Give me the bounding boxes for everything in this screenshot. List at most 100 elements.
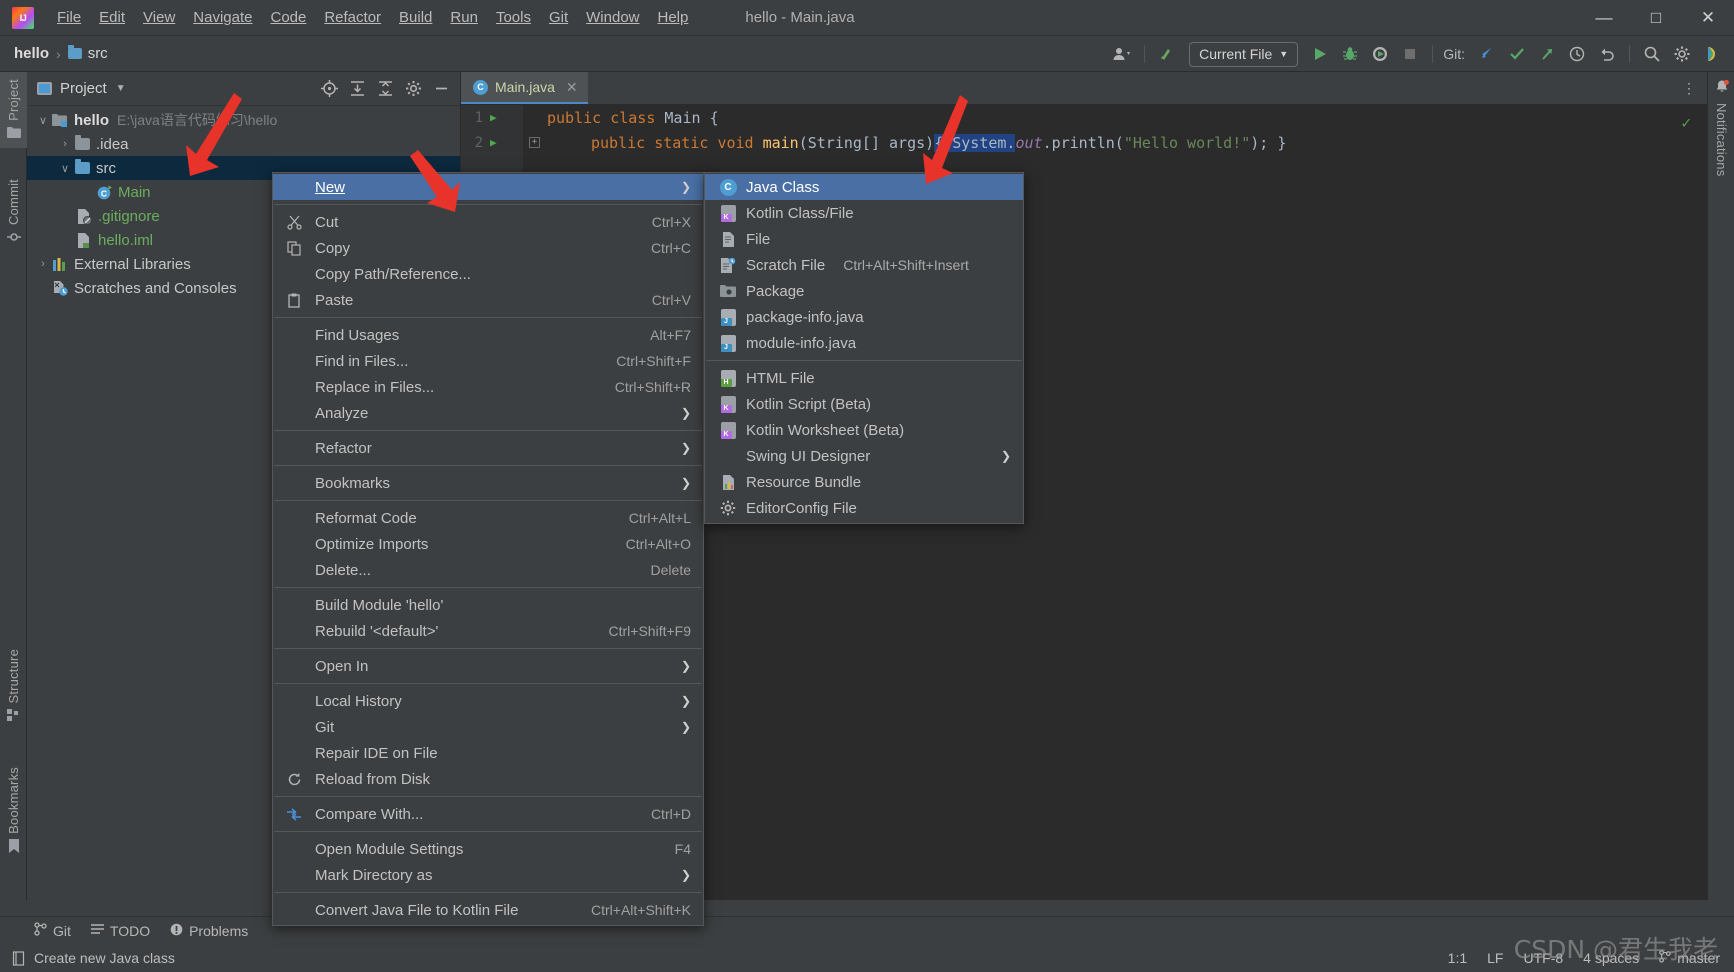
caret-position[interactable]: 1:1 [1448,950,1467,966]
run-gutter-icon[interactable]: ▶ [490,136,497,149]
submenu-item-package[interactable]: Package [705,278,1023,304]
menu-item-copy-path[interactable]: Copy Path/Reference... [273,261,703,287]
sidebar-item-bookmarks[interactable]: Bookmarks [0,760,27,863]
twisty-icon[interactable]: › [57,138,73,150]
menu-item-repair-ide[interactable]: Repair IDE on File [273,740,703,766]
sidebar-item-structure[interactable]: Structure [0,642,27,731]
submenu-item-kotlin-class-file[interactable]: Kotlin Class/File [705,200,1023,226]
menu-item-open-in[interactable]: Open In ❯ [273,653,703,679]
menu-code[interactable]: Code [261,6,315,29]
tree-node-idea[interactable]: › .idea [27,132,460,156]
tree-node-hello[interactable]: ∨ hello E:\java语言代码练习\hello [27,108,460,132]
menu-tools[interactable]: Tools [487,6,540,29]
submenu-item-kotlin-script[interactable]: Kotlin Script (Beta) [705,391,1023,417]
run-configuration-selector[interactable]: Current File ▼ [1189,41,1299,67]
sidebar-item-commit[interactable]: Commit [0,172,27,254]
run-gutter-icon[interactable]: ▶ [490,111,497,124]
twisty-icon[interactable]: › [35,258,51,270]
update-project-icon[interactable] [1153,41,1181,67]
menu-item-find-usages[interactable]: Find Usages Alt+F7 [273,322,703,348]
expand-all-icon[interactable] [344,77,370,101]
menu-item-build-module[interactable]: Build Module 'hello' [273,592,703,618]
minimize-button[interactable]: — [1578,0,1630,36]
search-everywhere-icon[interactable] [1638,41,1666,67]
settings-gear-icon[interactable] [1668,41,1696,67]
submenu-item-editorconfig-file[interactable]: EditorConfig File [705,495,1023,521]
git-commit-icon[interactable] [1503,41,1531,67]
submenu-item-java-class[interactable]: C Java Class [705,174,1023,200]
sidebar-item-project[interactable]: Project [0,72,27,148]
submenu-item-resource-bundle[interactable]: Resource Bundle [705,469,1023,495]
menu-item-optimize-imports[interactable]: Optimize Imports Ctrl+Alt+O [273,531,703,557]
menu-item-delete[interactable]: Delete... Delete [273,557,703,583]
git-branch-widget[interactable]: master [1659,950,1720,966]
menu-item-replace-in-files[interactable]: Replace in Files... Ctrl+Shift+R [273,374,703,400]
menu-build[interactable]: Build [390,6,441,29]
menu-item-analyze[interactable]: Analyze ❯ [273,400,703,426]
menu-item-local-history[interactable]: Local History ❯ [273,688,703,714]
menu-refactor[interactable]: Refactor [315,6,390,29]
submenu-item-kotlin-worksheet[interactable]: Kotlin Worksheet (Beta) [705,417,1023,443]
submenu-item-html-file[interactable]: HTML File [705,365,1023,391]
submenu-item-module-info[interactable]: module-info.java [705,330,1023,356]
menu-item-reload-from-disk[interactable]: Reload from Disk [273,766,703,792]
indent-setting[interactable]: 4 spaces [1583,950,1639,966]
git-update-icon[interactable] [1473,41,1501,67]
menu-item-open-module-settings[interactable]: Open Module Settings F4 [273,836,703,862]
menu-file[interactable]: File [48,6,90,29]
run-with-coverage-button[interactable] [1366,41,1394,67]
hide-panel-icon[interactable] [428,77,454,101]
twisty-icon[interactable]: ∨ [57,162,73,175]
close-button[interactable]: ✕ [1682,0,1734,36]
inspection-ok-icon[interactable]: ✓ [1681,113,1691,132]
submenu-item-swing-ui-designer[interactable]: Swing UI Designer ❯ [705,443,1023,469]
submenu-item-scratch-file[interactable]: Scratch File Ctrl+Alt+Shift+Insert [705,252,1023,278]
breadcrumb-folder[interactable]: src [88,45,108,62]
menu-item-copy[interactable]: Copy Ctrl+C [273,235,703,261]
git-rollback-icon[interactable] [1593,41,1621,67]
bottom-item-git[interactable]: Git [34,922,71,939]
stop-button[interactable] [1396,41,1424,67]
submenu-item-package-info[interactable]: package-info.java [705,304,1023,330]
menu-item-mark-directory-as[interactable]: Mark Directory as ❯ [273,862,703,888]
menu-item-paste[interactable]: Paste Ctrl+V [273,287,703,313]
git-push-icon[interactable] [1533,41,1561,67]
ide-assistant-icon[interactable] [1698,41,1726,67]
menu-window[interactable]: Window [577,6,648,29]
submenu-item-file[interactable]: File [705,226,1023,252]
menu-git[interactable]: Git [540,6,577,29]
chevron-down-icon[interactable]: ▼ [116,83,126,94]
twisty-icon[interactable]: ∨ [35,114,51,127]
menu-item-cut[interactable]: Cut Ctrl+X [273,209,703,235]
menu-item-refactor[interactable]: Refactor ❯ [273,435,703,461]
breadcrumb-project[interactable]: hello [14,45,49,62]
menu-item-git[interactable]: Git ❯ [273,714,703,740]
close-icon[interactable]: ✕ [566,79,578,96]
maximize-button[interactable]: □ [1630,0,1682,36]
menu-run[interactable]: Run [441,6,487,29]
file-encoding[interactable]: UTF-8 [1523,950,1563,966]
menu-item-rebuild[interactable]: Rebuild '<default>' Ctrl+Shift+F9 [273,618,703,644]
menu-item-new[interactable]: New ❯ [273,174,703,200]
code-fold-icon[interactable]: + [529,137,540,148]
tab-main-java[interactable]: C Main.java ✕ [461,72,588,104]
run-button[interactable] [1306,41,1334,67]
menu-navigate[interactable]: Navigate [184,6,261,29]
sidebar-item-notifications[interactable]: Notifications [1708,72,1734,183]
menu-item-convert-java-to-kotlin[interactable]: Convert Java File to Kotlin File Ctrl+Al… [273,897,703,923]
menu-view[interactable]: View [134,6,184,29]
select-opened-file-icon[interactable] [316,77,342,101]
menu-help[interactable]: Help [649,6,698,29]
debug-button[interactable] [1336,41,1364,67]
user-account-icon[interactable] [1108,41,1136,67]
menu-item-find-in-files[interactable]: Find in Files... Ctrl+Shift+F [273,348,703,374]
git-history-icon[interactable] [1563,41,1591,67]
bottom-item-todo[interactable]: TODO [90,923,150,939]
menu-edit[interactable]: Edit [90,6,134,29]
project-settings-gear-icon[interactable] [400,77,426,101]
editor-tab-options-icon[interactable]: ⋮ [1682,72,1697,105]
bottom-item-problems[interactable]: Problems [170,923,248,939]
line-separator[interactable]: LF [1487,950,1503,966]
menu-item-reformat-code[interactable]: Reformat Code Ctrl+Alt+L [273,505,703,531]
collapse-all-icon[interactable] [372,77,398,101]
